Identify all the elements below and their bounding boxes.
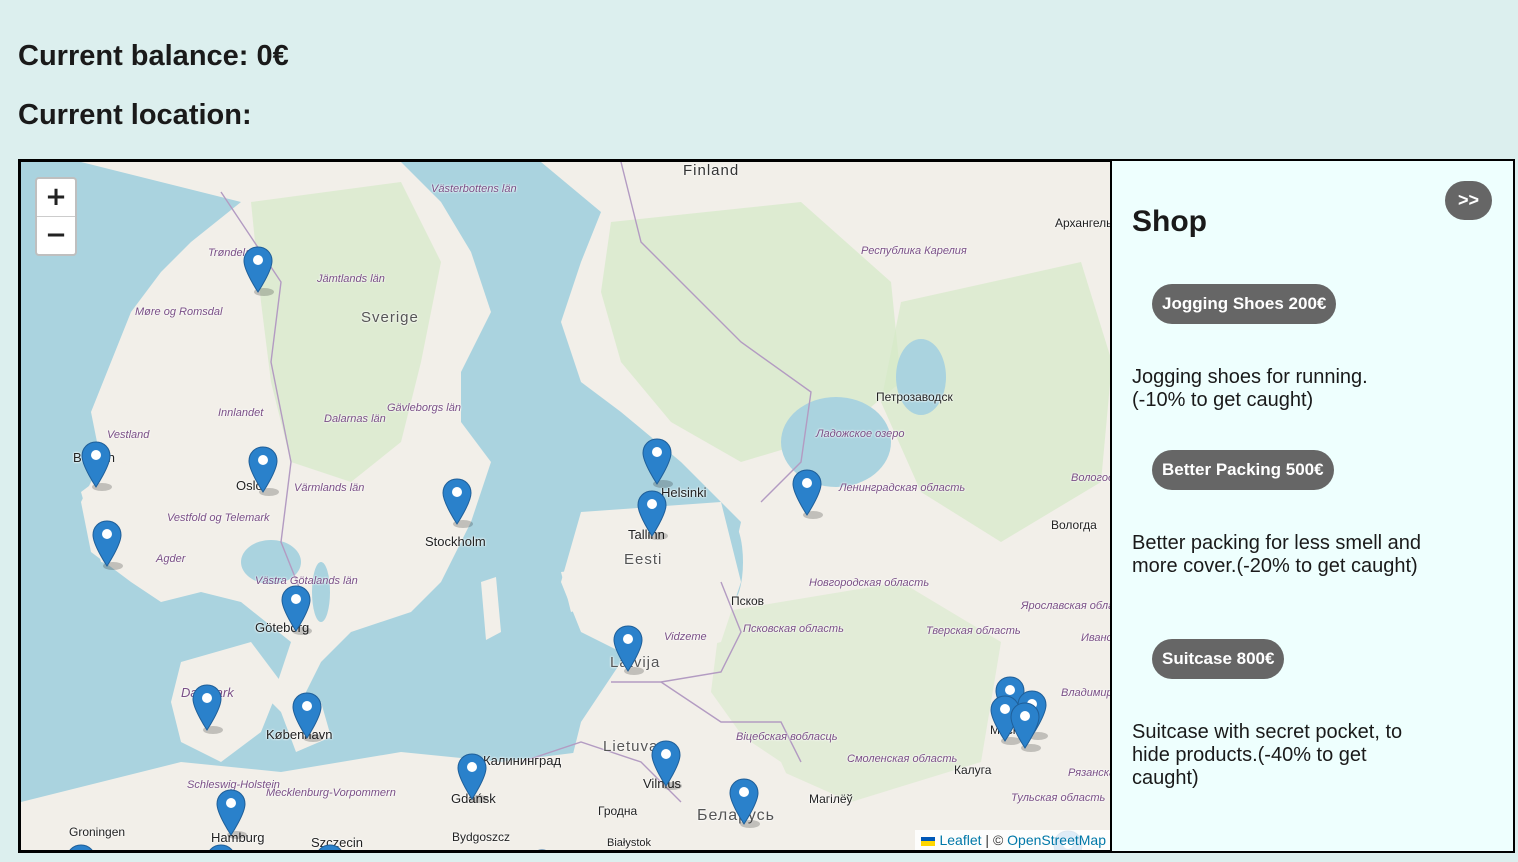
map-label: Тульская область bbox=[1011, 792, 1106, 804]
zoom-out-button[interactable]: − bbox=[37, 216, 75, 254]
map-marker-icon[interactable] bbox=[92, 520, 123, 570]
map-label: Владимирская область bbox=[1061, 687, 1112, 699]
map-label: Värmlands län bbox=[294, 482, 365, 494]
map-marker-icon[interactable] bbox=[216, 789, 247, 839]
map-label: Dalarnas län bbox=[324, 413, 386, 425]
shop-panel: >> Shop Jogging Shoes 200€ Jogging shoes… bbox=[1110, 159, 1515, 853]
map-label: Вологодская область bbox=[1071, 472, 1112, 484]
map-label: Innlandet bbox=[218, 407, 264, 419]
attribution-separator: | © bbox=[981, 832, 1008, 848]
map-label: Mecklenburg-Vorpommern bbox=[266, 787, 396, 799]
map-label: Республика Карелия bbox=[861, 245, 967, 257]
map-label: Новгородская область bbox=[809, 577, 930, 589]
map-label: Białystok bbox=[607, 837, 652, 849]
map-marker-icon[interactable] bbox=[1010, 702, 1041, 752]
map-label: Тверская область bbox=[926, 625, 1021, 637]
map-label: Ярославская область bbox=[1021, 600, 1112, 612]
map-label: Groningen bbox=[69, 825, 126, 839]
map-label: Gävleborgs län bbox=[387, 402, 461, 414]
map-label: Гродна bbox=[598, 804, 638, 818]
map-label: Псков bbox=[731, 594, 765, 608]
jogging-shoes-description: Jogging shoes for running.(-10% to get c… bbox=[1132, 366, 1368, 411]
lake-vattern bbox=[312, 562, 330, 622]
map-label: Bydgoszcz bbox=[452, 830, 511, 844]
map-marker-icon[interactable] bbox=[243, 246, 274, 296]
buy-jogging-shoes-button[interactable]: Jogging Shoes 200€ bbox=[1152, 284, 1337, 324]
map-label: Västerbottens län bbox=[431, 183, 517, 195]
map-label: Магілёў bbox=[809, 792, 853, 806]
map[interactable]: Finland Sverige Eesti Latvija Lietuva Беларус… bbox=[18, 159, 1115, 853]
map-marker-icon[interactable] bbox=[81, 441, 112, 491]
map-marker-icon[interactable] bbox=[457, 753, 488, 803]
ukraine-flag-icon bbox=[921, 836, 936, 846]
map-attribution: Leaflet | © OpenStreetMap bbox=[915, 830, 1112, 850]
map-label: Ленинградская область bbox=[839, 482, 966, 494]
map-label: Jämtlands län bbox=[317, 273, 385, 285]
map-marker-icon[interactable] bbox=[637, 490, 668, 540]
suitcase-description: Suitcase with secret pocket, to hide pro… bbox=[1132, 721, 1403, 789]
map-label: Архангельск bbox=[1055, 216, 1112, 230]
toggle-shop-button[interactable]: >> bbox=[1445, 181, 1492, 220]
map-label: Agder bbox=[156, 553, 186, 565]
map-label: Sverige bbox=[361, 309, 419, 326]
map-marker-icon[interactable] bbox=[651, 740, 682, 790]
map-marker-icon[interactable] bbox=[66, 844, 96, 853]
current-location: Current location: bbox=[18, 99, 252, 131]
map-label: Finland bbox=[683, 162, 740, 179]
current-balance: Current balance: 0€ bbox=[18, 40, 289, 72]
map-label: Møre og Romsdal bbox=[135, 306, 223, 318]
map-label: Eesti bbox=[624, 551, 663, 568]
map-label: Stockholm bbox=[425, 534, 486, 549]
map-label: Вологда bbox=[1051, 518, 1097, 532]
osm-link[interactable]: OpenStreetMap bbox=[1007, 832, 1106, 848]
map-marker-icon[interactable] bbox=[281, 585, 312, 635]
map-marker-icon[interactable] bbox=[442, 478, 473, 528]
zoom-in-button[interactable]: + bbox=[37, 179, 75, 216]
map-label: Vestland bbox=[107, 429, 150, 441]
map-tiles[interactable] bbox=[21, 162, 1112, 850]
map-label: Калуга bbox=[954, 763, 992, 777]
buy-better-packing-button[interactable]: Better Packing 500€ bbox=[1152, 450, 1334, 490]
map-marker-icon[interactable] bbox=[315, 844, 345, 853]
map-marker-icon[interactable] bbox=[642, 438, 673, 488]
map-marker-icon[interactable] bbox=[527, 849, 557, 853]
map-label: Смоленская область bbox=[847, 753, 958, 765]
better-packing-description: Better packing for less smell and more c… bbox=[1132, 532, 1422, 577]
map-label: Vestfold og Telemark bbox=[167, 512, 270, 524]
map-marker-icon[interactable] bbox=[248, 446, 279, 496]
map-marker-icon[interactable] bbox=[192, 684, 223, 734]
map-label: Віцебская вобласць bbox=[736, 731, 838, 743]
map-label: Ладожское озеро bbox=[816, 428, 905, 440]
map-label: Vidzeme bbox=[664, 631, 707, 643]
map-label: Рязанская область bbox=[1068, 767, 1112, 779]
map-marker-icon[interactable] bbox=[206, 844, 236, 853]
map-label: Псковская область bbox=[743, 623, 844, 635]
map-label: Калининград bbox=[483, 753, 562, 768]
map-marker-icon[interactable] bbox=[613, 625, 644, 675]
map-marker-icon[interactable] bbox=[729, 778, 760, 828]
zoom-control: + − bbox=[35, 177, 77, 256]
shop-title: Shop bbox=[1132, 205, 1207, 238]
map-marker-icon[interactable] bbox=[792, 469, 823, 519]
map-label: Петрозаводск bbox=[876, 390, 953, 404]
leaflet-link[interactable]: Leaflet bbox=[939, 832, 981, 848]
map-marker-icon[interactable] bbox=[292, 692, 323, 742]
buy-suitcase-button[interactable]: Suitcase 800€ bbox=[1152, 639, 1285, 679]
